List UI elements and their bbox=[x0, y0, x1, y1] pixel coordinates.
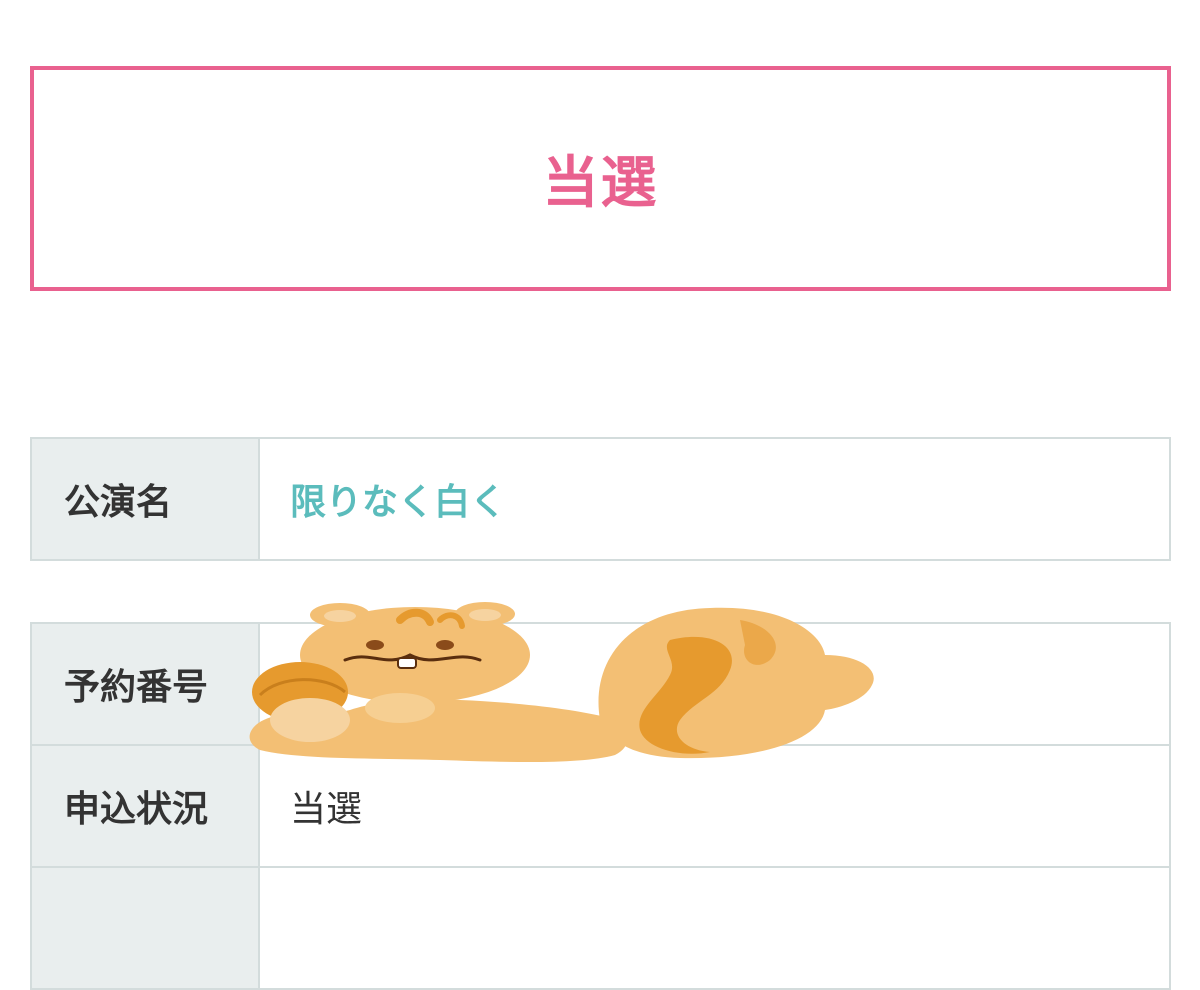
table-row bbox=[30, 866, 1171, 990]
event-name-label: 公演名 bbox=[30, 437, 260, 561]
result-status-text: 当選 bbox=[542, 151, 659, 216]
event-name-link[interactable]: 限りなく白く bbox=[258, 437, 1171, 561]
squirrel-sticker-icon bbox=[249, 602, 874, 763]
application-status-label: 申込状況 bbox=[30, 744, 260, 868]
event-info-table: 公演名 限りなく白く bbox=[30, 437, 1171, 561]
table-row: 公演名 限りなく白く bbox=[30, 437, 1171, 561]
next-row-label bbox=[30, 866, 260, 990]
next-row-value bbox=[258, 866, 1171, 990]
reservation-number-label: 予約番号 bbox=[30, 622, 260, 746]
result-banner: 当選 bbox=[30, 66, 1171, 291]
